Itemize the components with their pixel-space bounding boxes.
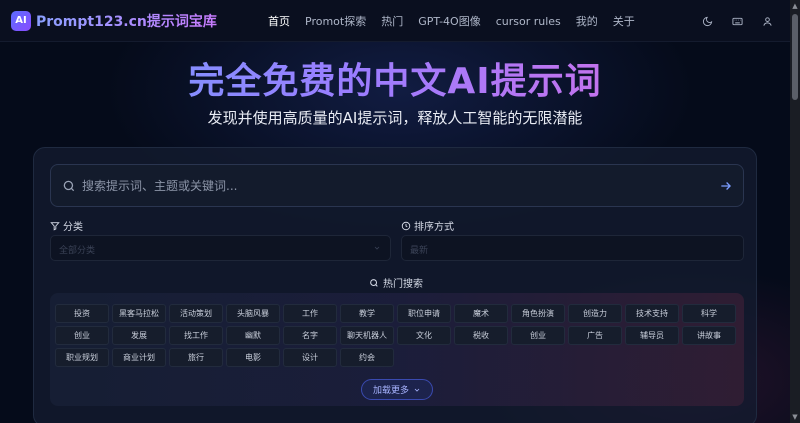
logo[interactable]: AI Prompt123.cn提示词宝库	[11, 10, 217, 31]
logo-badge: AI	[11, 10, 31, 31]
hot-search-title: 热门搜索	[34, 275, 758, 290]
hot-tags-box: 投资 黑客马拉松 活动策划 头脑风暴 工作 教学 职位申请 魔术 角色扮演 创造力 技术支持 科学创业…	[50, 293, 744, 406]
hot-tag[interactable]: 名字	[283, 326, 337, 345]
user-icon[interactable]	[760, 14, 774, 28]
hot-tag[interactable]: 技术支持	[625, 304, 679, 323]
scroll-up-icon[interactable]: ▲	[791, 2, 799, 10]
nav-prompt-explore[interactable]: Promot探索	[305, 13, 366, 29]
hot-tag[interactable]: 讲故事	[682, 326, 736, 345]
load-more-button[interactable]: 加载更多	[361, 379, 433, 400]
hot-tag[interactable]: 广告	[568, 326, 622, 345]
category-select[interactable]: 全部分类	[50, 235, 391, 261]
clock-icon	[401, 221, 411, 230]
logo-text: Prompt123.cn提示词宝库	[36, 11, 217, 31]
category-select-value: 全部分类	[59, 246, 96, 256]
page-scrollbar[interactable]: ▲ ▼	[790, 0, 800, 423]
hot-tag[interactable]: 职业规划	[55, 348, 109, 367]
hot-tag[interactable]: 文化	[397, 326, 451, 345]
hot-tag[interactable]: 科学	[682, 304, 736, 323]
hot-tag[interactable]: 辅导员	[625, 326, 679, 345]
hot-search-title-text: 热门搜索	[383, 279, 423, 290]
load-more-label: 加载更多	[372, 386, 409, 396]
hot-tag[interactable]: 电影	[226, 348, 280, 367]
hot-tag[interactable]: 约会	[340, 348, 394, 367]
category-label-text: 分类	[63, 222, 83, 233]
search-panel: 分类 全部分类 排序方式 最新 热门搜索 投资黑客马拉松活动策划头脑风暴工作教学…	[33, 147, 757, 423]
hot-tag[interactable]: 魔术	[454, 304, 508, 323]
nav-gpt4o-image[interactable]: GPT-4O图像	[418, 13, 481, 29]
hot-tag[interactable]: 工作	[283, 304, 337, 323]
hot-tag[interactable]: 创业	[511, 326, 565, 345]
hot-tag[interactable]: 商业计划	[112, 348, 166, 367]
sort-label-text: 排序方式	[414, 222, 454, 233]
hot-tags-grid: 投资 黑客马拉松 活动策划 头脑风暴 工作 教学 职位申请 魔术 角色扮演 创造力 技术支持 科学创业…	[55, 304, 745, 367]
arrow-right-icon[interactable]	[719, 179, 733, 193]
hot-tag[interactable]: 聊天机器人	[340, 326, 394, 345]
search-icon	[370, 278, 378, 287]
search-bar	[50, 164, 744, 207]
nav-popular[interactable]: 热门	[381, 13, 403, 29]
nav-icons	[684, 0, 774, 42]
hot-tag[interactable]: 职位申请	[397, 304, 451, 323]
search-input[interactable]	[82, 178, 702, 193]
hot-tag[interactable]: 找工作	[169, 326, 223, 345]
chevron-down-icon	[374, 246, 380, 250]
scroll-thumb[interactable]	[792, 14, 798, 100]
search-icon	[63, 180, 75, 191]
hot-tag[interactable]: 发展	[112, 326, 166, 345]
category-label: 分类	[50, 218, 83, 233]
hot-tag[interactable]: 黑客马拉松	[112, 304, 166, 323]
keyboard-icon[interactable]	[730, 14, 744, 28]
hot-tag[interactable]: 角色扮演	[511, 304, 565, 323]
scroll-down-icon[interactable]: ▼	[791, 413, 799, 421]
moon-icon[interactable]	[700, 14, 714, 28]
sort-select[interactable]: 最新	[401, 235, 744, 261]
hot-tag[interactable]: 头脑风暴	[226, 304, 280, 323]
hot-tag[interactable]: 教学	[340, 304, 394, 323]
hot-tag[interactable]: 活动策划	[169, 304, 223, 323]
hot-tag[interactable]: 税收	[454, 326, 508, 345]
nav-cursor-rules[interactable]: cursor rules	[496, 15, 561, 28]
hero-title: 完全免费的中文AI提示词	[0, 52, 790, 104]
nav-links: 首页 Promot探索 热门 GPT-4O图像 cursor rules 我的 …	[268, 0, 650, 42]
filter-icon	[50, 221, 60, 230]
hot-tag[interactable]: 创业	[55, 326, 109, 345]
nav-about[interactable]: 关于	[613, 13, 635, 29]
hot-tag[interactable]: 设计	[283, 348, 337, 367]
chevron-down-icon	[414, 388, 420, 392]
nav-home[interactable]: 首页	[268, 13, 290, 29]
hot-tag[interactable]: 旅行	[169, 348, 223, 367]
nav-mine[interactable]: 我的	[576, 13, 598, 29]
hot-tag[interactable]: 创造力	[568, 304, 622, 323]
sort-label: 排序方式	[401, 218, 454, 233]
hero-subtitle: 发现并使用高质量的AI提示词，释放人工智能的无限潜能	[207, 109, 583, 127]
hot-tag[interactable]: 幽默	[226, 326, 280, 345]
top-navbar: AI Prompt123.cn提示词宝库 首页 Promot探索 热门 GPT-…	[0, 0, 790, 42]
sort-select-value: 最新	[410, 246, 429, 256]
hot-tag[interactable]: 投资	[55, 304, 109, 323]
